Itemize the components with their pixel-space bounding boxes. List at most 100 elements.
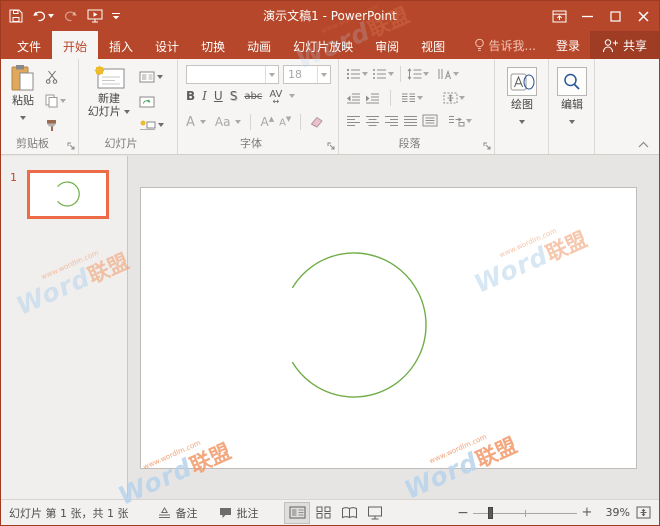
draw-shapes-icon <box>509 70 535 94</box>
strikethrough-button[interactable]: abc <box>244 91 262 102</box>
decrease-indent-button[interactable] <box>346 92 361 104</box>
normal-view-button[interactable] <box>284 502 310 524</box>
zoom-out-button[interactable]: − <box>456 505 470 521</box>
decrease-font-size-button[interactable]: A▼ <box>279 115 291 128</box>
clipboard-dialog-launcher[interactable] <box>67 142 75 150</box>
tab-slideshow[interactable]: 幻灯片放映 <box>282 31 364 59</box>
comments-icon <box>219 507 232 519</box>
zoom-in-button[interactable]: + <box>580 505 594 520</box>
layout-icon <box>139 71 155 83</box>
layout-button[interactable] <box>139 65 164 89</box>
reset-button[interactable] <box>139 89 164 113</box>
bullets-icon <box>346 68 361 80</box>
bold-button[interactable]: B <box>186 89 195 103</box>
slide-sorter-button[interactable] <box>310 502 336 524</box>
editing-button[interactable]: 编辑 <box>549 67 595 130</box>
tab-animations[interactable]: 动画 <box>236 31 282 59</box>
line-spacing-button[interactable] <box>407 68 429 80</box>
tab-transitions[interactable]: 切换 <box>190 31 236 59</box>
tab-file[interactable]: 文件 <box>6 31 52 59</box>
cut-button[interactable] <box>45 65 66 89</box>
slide-thumbnail[interactable] <box>27 170 109 219</box>
zoom-level[interactable]: 39% <box>598 506 630 519</box>
format-painter-button[interactable] <box>45 113 66 137</box>
font-dialog-launcher[interactable] <box>327 142 335 150</box>
sign-in-button[interactable]: 登录 <box>546 31 590 59</box>
increase-font-size-button[interactable]: A▲ <box>260 115 274 129</box>
numbering-button[interactable] <box>372 68 394 80</box>
align-center-icon[interactable] <box>365 115 380 127</box>
slide-info: 幻灯片 第 1 张，共 1 张 <box>9 505 128 521</box>
copy-dropdown-icon <box>60 99 66 103</box>
convert-smartart-button[interactable] <box>448 114 472 127</box>
cut-icon <box>45 70 59 84</box>
notes-button[interactable]: 备注 <box>158 505 197 521</box>
collapse-ribbon-button[interactable] <box>638 141 649 148</box>
copy-button[interactable] <box>45 89 66 113</box>
slide-thumbnail-panel: 1 <box>1 156 128 499</box>
underline-button[interactable]: U <box>214 89 223 103</box>
justify-icon[interactable] <box>403 115 418 127</box>
clear-formatting-icon[interactable] <box>310 116 324 128</box>
ribbon-display-options-button[interactable] <box>545 1 573 31</box>
zoom-slider-handle[interactable] <box>488 507 493 519</box>
paste-button[interactable]: 粘贴 <box>7 64 39 126</box>
tab-view[interactable]: 视图 <box>410 31 456 59</box>
normal-view-icon <box>289 506 306 519</box>
section-dropdown-icon <box>158 123 164 127</box>
share-button[interactable]: 共享 <box>590 31 659 59</box>
tab-review[interactable]: 审阅 <box>364 31 410 59</box>
draw-button[interactable]: 绘图 <box>495 67 549 130</box>
slideshow-view-button[interactable] <box>362 502 388 524</box>
window-controls <box>545 1 657 31</box>
change-case-button[interactable]: Aa <box>215 115 231 129</box>
tab-insert[interactable]: 插入 <box>98 31 144 59</box>
status-bar: 幻灯片 第 1 张，共 1 张 备注 批注 − <box>1 499 659 525</box>
close-button[interactable] <box>629 1 657 31</box>
open-circle-arc-shape <box>141 188 636 468</box>
reset-icon <box>139 95 155 108</box>
minimize-button[interactable] <box>573 1 601 31</box>
numbering-dropdown-icon <box>388 72 394 76</box>
font-color-button[interactable]: A <box>186 115 195 130</box>
new-slide-button[interactable]: 新建 幻灯片 <box>87 64 131 118</box>
italic-button[interactable]: I <box>202 89 207 103</box>
font-color-dropdown-icon <box>200 120 206 124</box>
text-shadow-button[interactable]: S <box>230 89 238 103</box>
editing-dropdown-icon <box>569 120 575 124</box>
zoom-slider[interactable] <box>473 506 577 520</box>
align-text-button[interactable] <box>443 92 465 104</box>
bullets-dropdown-icon <box>362 72 368 76</box>
section-button[interactable] <box>139 113 164 137</box>
tab-home[interactable]: 开始 <box>52 31 98 59</box>
font-name-combo[interactable] <box>186 65 279 84</box>
align-left-icon[interactable] <box>346 115 361 127</box>
reading-view-icon <box>341 506 358 519</box>
text-direction-dropdown-icon <box>453 72 459 76</box>
increase-indent-button[interactable] <box>365 92 380 104</box>
format-painter-icon <box>45 119 58 132</box>
columns-button[interactable] <box>401 92 423 104</box>
bullets-button[interactable] <box>346 68 368 80</box>
slide-editing-area[interactable] <box>140 187 637 469</box>
maximize-button[interactable] <box>601 1 629 31</box>
comments-button[interactable]: 批注 <box>219 505 258 521</box>
reading-view-button[interactable] <box>336 502 362 524</box>
font-size-combo[interactable]: 18 <box>283 65 331 84</box>
view-switcher <box>284 502 388 524</box>
paragraph-dialog-launcher[interactable] <box>483 142 491 150</box>
tab-design[interactable]: 设计 <box>144 31 190 59</box>
smartart-icon <box>448 114 465 127</box>
align-text-icon <box>443 92 458 104</box>
align-right-icon[interactable] <box>384 115 399 127</box>
font-group: 18 B I U S abc AV↔ A Aa A▲ A▼ <box>178 59 339 154</box>
fit-to-window-button[interactable] <box>636 506 651 519</box>
powerpoint-window: 演示文稿1 - PowerPoint 文件 开始 插入 设计 切换 动画 幻灯片… <box>0 0 660 526</box>
slide-canvas[interactable] <box>129 156 659 499</box>
slide-sorter-icon <box>316 506 331 519</box>
character-spacing-button[interactable]: AV↔ <box>269 89 282 103</box>
text-direction-button[interactable] <box>437 68 459 80</box>
tell-me-button[interactable]: 告诉我... <box>464 31 546 59</box>
distribute-icon[interactable] <box>422 114 438 127</box>
slideshow-icon <box>367 506 383 520</box>
